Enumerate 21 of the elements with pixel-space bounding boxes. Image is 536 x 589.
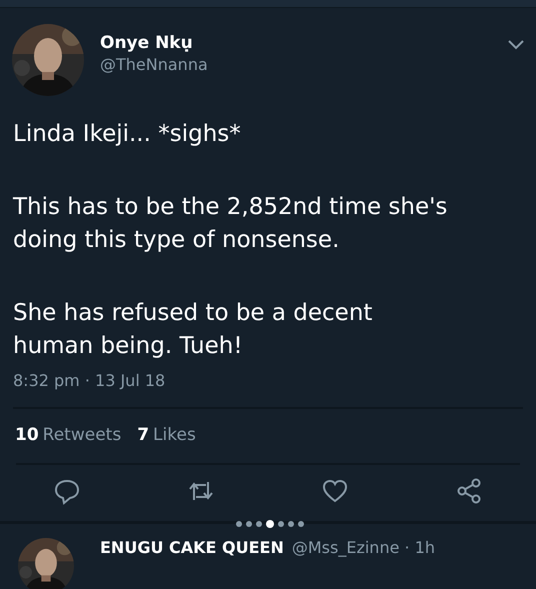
stat-count: 7 (137, 424, 150, 447)
user-name: ENUGU CAKE QUEEN (100, 536, 284, 558)
carousel-dot[interactable] (236, 520, 242, 526)
chevron-down-icon[interactable] (508, 40, 524, 50)
tweet-text: She has refused to be a decent human being. Tueh! (13, 299, 374, 361)
carousel-dot[interactable] (288, 520, 294, 526)
tweet-text: Linda Ikeji... *sighs* (13, 120, 242, 149)
tweet-text: This has to be the 2,852nd time she's doing this type of nonsense. (13, 193, 448, 255)
user-handle: @Mss_Ezinne · 1h (292, 536, 436, 559)
user-name: Onye Nkụ (100, 32, 194, 54)
carousel-dot[interactable] (278, 520, 284, 526)
share-icon[interactable] (455, 476, 483, 504)
carousel-dot[interactable] (256, 520, 262, 526)
carousel-dot[interactable] (246, 520, 252, 526)
stat-count: 10 (15, 424, 39, 447)
carousel-dot[interactable] (266, 520, 274, 528)
carousel-dot[interactable] (298, 520, 304, 526)
user-handle: @TheNnanna (100, 54, 209, 76)
stat-label[interactable]: Likes (153, 423, 196, 448)
stat-label[interactable]: Retweets (42, 423, 122, 448)
timestamp: 8:32 pm · 13 Jul 18 (13, 370, 166, 392)
